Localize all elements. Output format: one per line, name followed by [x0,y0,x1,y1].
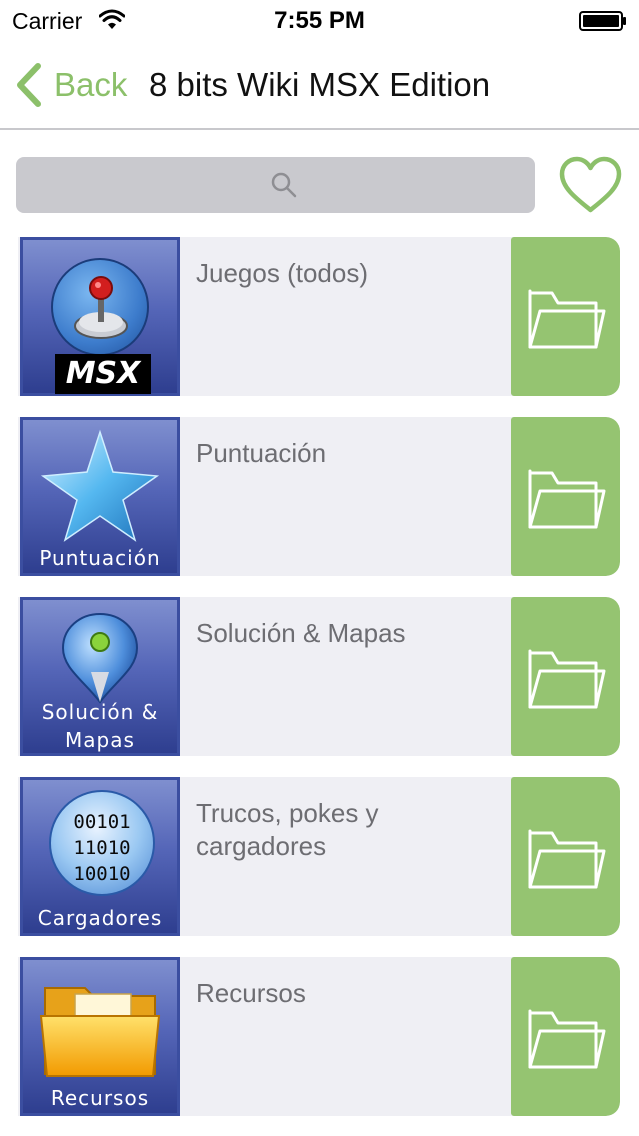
yellow-folder-icon: Recursos [20,957,180,1116]
joystick-icon: MSX [20,237,180,396]
folder-icon [528,469,606,529]
status-bar: Carrier 7:55 PM [0,0,639,40]
search-icon [271,172,297,198]
list-item[interactable]: Recursos Recursos [18,957,620,1116]
binary-disc-icon: 00101 11010 10010 Cargadores [20,777,180,936]
list-item[interactable]: MSX Juegos (todos) [18,237,620,396]
binary-line: 00101 [73,811,131,833]
open-folder-button[interactable] [511,237,620,396]
binary-line: 10010 [73,863,131,885]
star-icon: Puntuación [20,417,180,576]
status-time: 7:55 PM [274,7,365,34]
thumb-caption: Cargadores [37,906,163,930]
list-item-label: Puntuación [196,438,327,468]
list-item[interactable]: 00101 11010 10010 Cargadores Trucos, pok… [18,777,620,936]
thumb-caption: Solución & [41,700,159,724]
folder-icon [528,829,606,889]
thumb-caption: MSX [55,354,151,394]
chevron-left-icon[interactable] [14,62,44,108]
battery-icon [579,11,626,31]
back-button[interactable]: Back [54,66,127,104]
open-folder-button[interactable] [511,777,620,936]
list-item-label: Solución & Mapas [196,618,406,648]
thumb-caption: Puntuación [39,546,161,570]
list-item[interactable]: Puntuación Puntuación [18,417,620,576]
open-folder-button[interactable] [511,597,620,756]
folder-icon [528,289,606,349]
binary-line: 11010 [73,837,131,859]
open-folder-button[interactable] [511,417,620,576]
page-title: 8 bits Wiki MSX Edition [149,66,491,103]
list-item-label: Recursos [196,978,306,1008]
list-item-label-line: Trucos, pokes y [196,798,379,828]
map-pin-icon: Solución & Mapas [20,597,180,756]
list-item-label: Trucos, pokes y cargadores [196,797,506,863]
thumb-caption: Mapas [65,728,135,752]
folder-icon [528,649,606,709]
list-item[interactable]: Solución & Mapas Solución & Mapas [18,597,620,756]
list-item-label: Juegos (todos) [196,258,368,288]
navigation-bar: Back 8 bits Wiki MSX Edition [0,40,639,130]
heart-icon[interactable] [557,155,624,215]
open-folder-button[interactable] [511,957,620,1116]
thumb-caption: Recursos [50,1086,150,1110]
search-input[interactable] [16,157,535,213]
folder-icon [528,1009,606,1069]
list-item-label-line: cargadores [196,831,327,861]
